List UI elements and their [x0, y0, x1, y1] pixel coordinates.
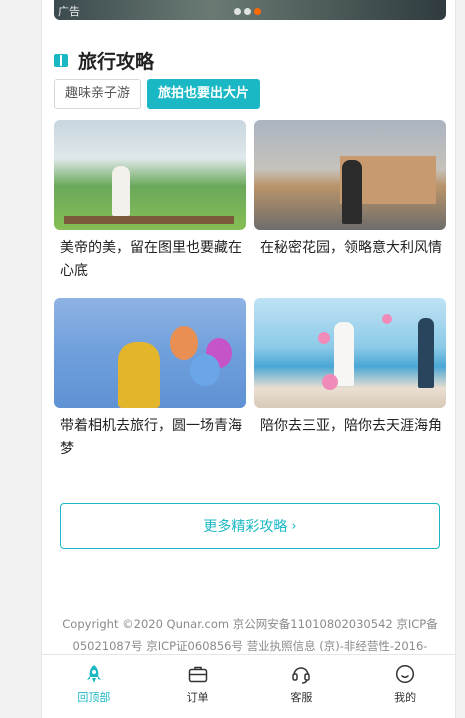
tab-label: 回顶部: [77, 691, 111, 704]
guide-card[interactable]: 美帝的美，留在图里也要藏在心底: [54, 120, 246, 283]
headset-icon: [290, 663, 312, 685]
tag-travel-photo[interactable]: 旅拍也要出大片: [147, 79, 261, 109]
book-icon: [54, 53, 68, 67]
guide-card[interactable]: 陪你去三亚，陪你去天涯海角: [254, 298, 446, 461]
guide-image: [254, 298, 446, 408]
guide-image: [254, 120, 446, 230]
guide-image: [54, 298, 246, 408]
more-guides-label: 更多精彩攻略: [203, 519, 288, 535]
chevron-right-icon: ›: [291, 518, 297, 534]
guide-card[interactable]: 在秘密花园，领略意大利风情: [254, 120, 446, 283]
tab-orders[interactable]: 订单: [146, 655, 250, 718]
footer-copyright: Copyright ©2020 Qunar.com 京公网安备110108020…: [54, 613, 446, 657]
tag-family-trip[interactable]: 趣味亲子游: [54, 79, 142, 109]
guide-caption: 美帝的美，留在图里也要藏在心底: [60, 240, 242, 279]
footer-line: Copyright ©2020 Qunar.com 京公网安备110108020…: [62, 617, 438, 631]
tab-label: 订单: [186, 691, 209, 704]
carousel-dots: [234, 0, 264, 19]
tab-label: 客服: [290, 691, 313, 704]
bottom-tabbar: 回顶部 订单 客服 我的: [42, 654, 455, 718]
page: 广告 旅行攻略 趣味亲子游 旅拍也要出大片 美帝的美，留在图里也要藏在心底 在秘…: [41, 0, 456, 718]
briefcase-icon: [187, 663, 209, 685]
guide-caption: 带着相机去旅行，圆一场青海梦: [60, 418, 242, 457]
guide-card[interactable]: 带着相机去旅行，圆一场青海梦: [54, 298, 246, 461]
rocket-icon: [83, 663, 105, 685]
section-header: 旅行攻略: [54, 46, 154, 74]
tab-my-account[interactable]: 我的: [353, 655, 455, 718]
more-guides-button[interactable]: 更多精彩攻略 ›: [60, 503, 440, 549]
ad-banner[interactable]: 广告: [54, 0, 446, 20]
ad-label: 广告: [58, 5, 80, 18]
tab-customer-service[interactable]: 客服: [250, 655, 354, 718]
tag-filter: 趣味亲子游 旅拍也要出大片: [54, 79, 261, 109]
tab-label: 我的: [394, 691, 417, 704]
guide-caption: 在秘密花园，领略意大利风情: [260, 240, 442, 256]
smiley-icon: [394, 663, 416, 685]
section-title: 旅行攻略: [78, 50, 155, 73]
guide-image: [54, 120, 246, 230]
tab-back-to-top[interactable]: 回顶部: [42, 655, 146, 718]
guide-caption: 陪你去三亚，陪你去天涯海角: [260, 418, 442, 434]
